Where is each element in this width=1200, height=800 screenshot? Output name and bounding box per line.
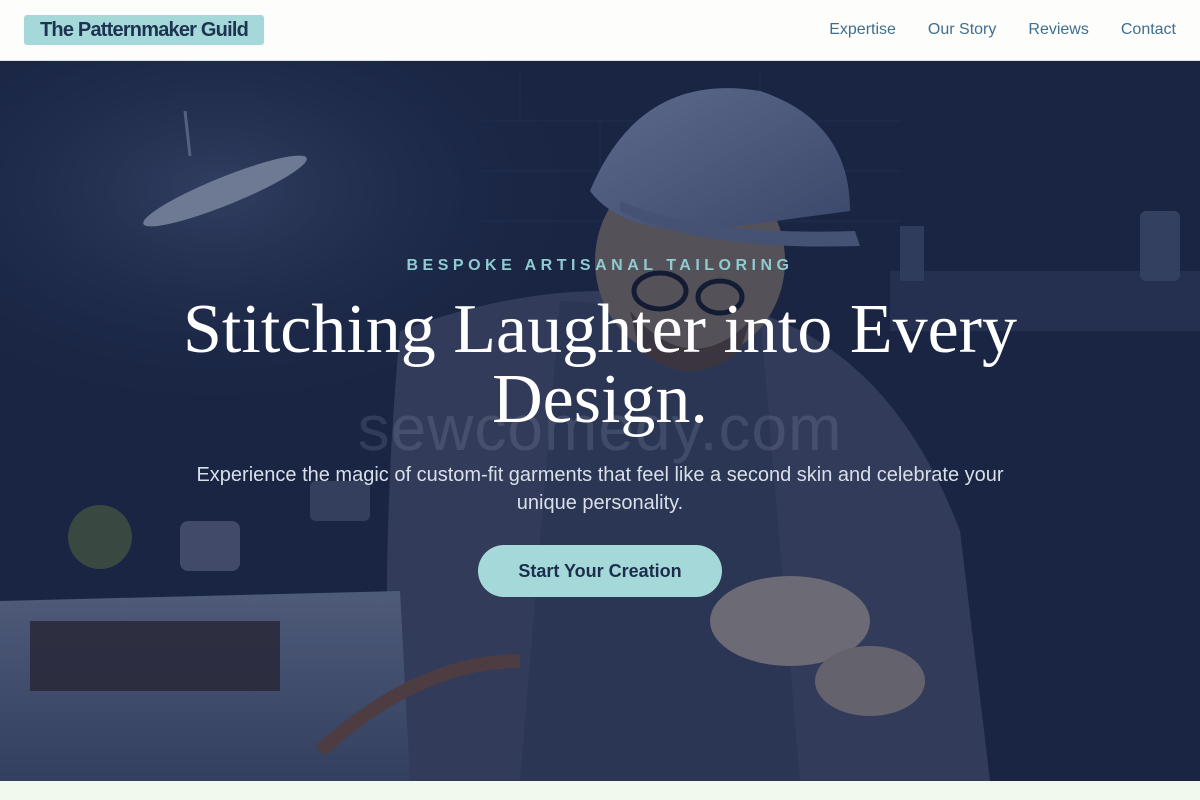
next-section-edge [0,781,1200,800]
nav-link-reviews[interactable]: Reviews [1028,21,1088,39]
hero-subtext: Experience the magic of custom-fit garme… [196,464,1004,514]
hero-content: BESPOKE ARTISANAL TAILORING Stitching La… [0,257,1200,597]
hero-section: sewcomedy.com BESPOKE ARTISANAL TAILORIN… [0,61,1200,781]
site-logo[interactable]: The Patternmaker Guild [24,15,265,45]
nav-link-our-story[interactable]: Our Story [928,21,996,39]
hero-eyebrow: BESPOKE ARTISANAL TAILORING [406,257,794,274]
main-nav: Expertise Our Story Reviews Contact [829,21,1176,39]
nav-link-expertise[interactable]: Expertise [829,21,896,39]
site-header: The Patternmaker Guild Expertise Our Sto… [0,0,1200,61]
hero-headline: Stitching Laughter into Every Design. [183,291,1017,438]
nav-link-contact[interactable]: Contact [1121,21,1176,39]
start-creation-button[interactable]: Start Your Creation [478,545,722,597]
